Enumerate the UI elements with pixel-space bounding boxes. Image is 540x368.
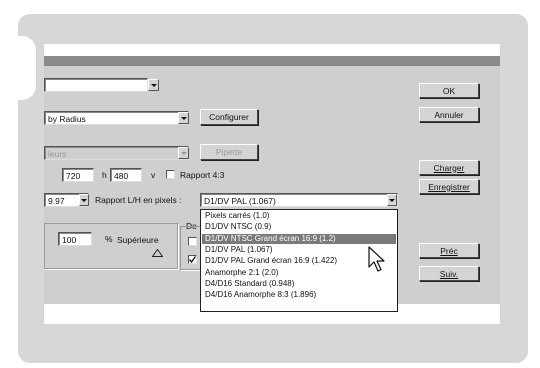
scale-field-value: 100 bbox=[62, 235, 77, 245]
pixel-aspect-label: Rapport L/H en pixels : bbox=[95, 195, 182, 205]
de-checkbox-1[interactable] bbox=[188, 237, 197, 246]
triangle-up-icon[interactable] bbox=[152, 249, 163, 257]
chevron-down-icon bbox=[389, 198, 395, 202]
annuler-button-label: Annuler bbox=[434, 109, 464, 120]
ok-button-label: OK bbox=[442, 85, 456, 96]
scale-field[interactable]: 100 bbox=[58, 232, 92, 246]
height-unit-label: v bbox=[151, 170, 156, 180]
list-item[interactable]: D4/D16 Standard (0.948) bbox=[202, 279, 396, 290]
width-field-value: 720 bbox=[66, 171, 81, 181]
list-item-highlighted[interactable]: D1/DV NTSC Grand écran 16:9 (1.2) bbox=[202, 233, 396, 245]
preset-dropdown-arrow[interactable] bbox=[148, 79, 159, 91]
pixel-aspect-selected: D1/DV PAL (1.067) bbox=[204, 196, 276, 206]
list-item[interactable]: D1/DV PAL Grand écran 16:9 (1.422) bbox=[202, 256, 396, 267]
rapport43-checkbox[interactable] bbox=[166, 170, 175, 179]
rapport43-label: Rapport 4:3 bbox=[180, 169, 224, 181]
plugin-dropdown-arrow[interactable] bbox=[178, 112, 189, 124]
enregistrer-button-label: Enregistrer bbox=[428, 181, 470, 192]
resolution-dropdown-arrow[interactable] bbox=[79, 194, 89, 206]
chevron-down-icon bbox=[180, 116, 187, 120]
color-dropdown-arrow bbox=[178, 147, 189, 159]
configurer-button[interactable]: Configurer bbox=[200, 109, 258, 125]
chevron-down-icon bbox=[180, 151, 187, 155]
prec-button[interactable]: Préc bbox=[419, 243, 479, 258]
list-item[interactable]: Anamorphe 2:1 (2.0) bbox=[202, 268, 396, 279]
width-field[interactable]: 720 bbox=[62, 168, 94, 182]
rapport43-label-text: Rapport 4:3 bbox=[180, 170, 225, 180]
width-unit-label: h bbox=[102, 170, 107, 180]
plugin-dropdown[interactable]: by Radius bbox=[44, 111, 189, 125]
configurer-button-label: Configurer bbox=[209, 112, 249, 122]
list-item[interactable]: D1/DV PAL (1.067) bbox=[202, 245, 396, 256]
list-item[interactable]: D4/D16 Anamorphe 8:3 (1.896) bbox=[202, 290, 396, 301]
height-field-value: 480 bbox=[114, 171, 129, 181]
color-dropdown: leurs bbox=[44, 146, 189, 160]
checkmark-icon bbox=[188, 256, 197, 264]
pipette-button-label: Pipette bbox=[215, 147, 243, 157]
charger-button[interactable]: Charger bbox=[419, 160, 479, 175]
percent-label: % bbox=[105, 234, 113, 244]
plugin-dropdown-value: by Radius bbox=[48, 114, 86, 124]
dialog-title-bar bbox=[44, 56, 500, 66]
pixel-aspect-dropdown[interactable]: D1/DV PAL (1.067) bbox=[200, 193, 398, 207]
de-checkbox-2[interactable] bbox=[188, 255, 197, 264]
chevron-down-icon bbox=[150, 83, 157, 87]
suiv-button[interactable]: Suiv. bbox=[419, 266, 479, 281]
height-field[interactable]: 480 bbox=[110, 168, 142, 182]
ok-button[interactable]: OK bbox=[419, 83, 479, 98]
annuler-button[interactable]: Annuler bbox=[419, 107, 479, 122]
suiv-button-label: Suiv. bbox=[439, 268, 459, 279]
list-item[interactable]: Pixels carrés (1.0) bbox=[202, 211, 396, 222]
superieure-label: Supérieure bbox=[117, 235, 159, 245]
chevron-down-icon bbox=[81, 198, 87, 202]
mouse-pointer-icon bbox=[368, 246, 385, 272]
preset-dropdown[interactable] bbox=[44, 78, 148, 92]
frame-notch bbox=[0, 36, 36, 100]
list-item[interactable]: D1/DV NTSC (0.9) bbox=[202, 222, 396, 233]
prec-button-label: Préc bbox=[440, 245, 458, 256]
color-dropdown-value: leurs bbox=[48, 149, 67, 159]
charger-button-label: Charger bbox=[433, 162, 465, 173]
pipette-button: Pipette bbox=[200, 144, 258, 160]
enregistrer-button[interactable]: Enregistrer bbox=[419, 179, 479, 194]
pixel-aspect-dropdown-arrow[interactable] bbox=[387, 194, 397, 206]
